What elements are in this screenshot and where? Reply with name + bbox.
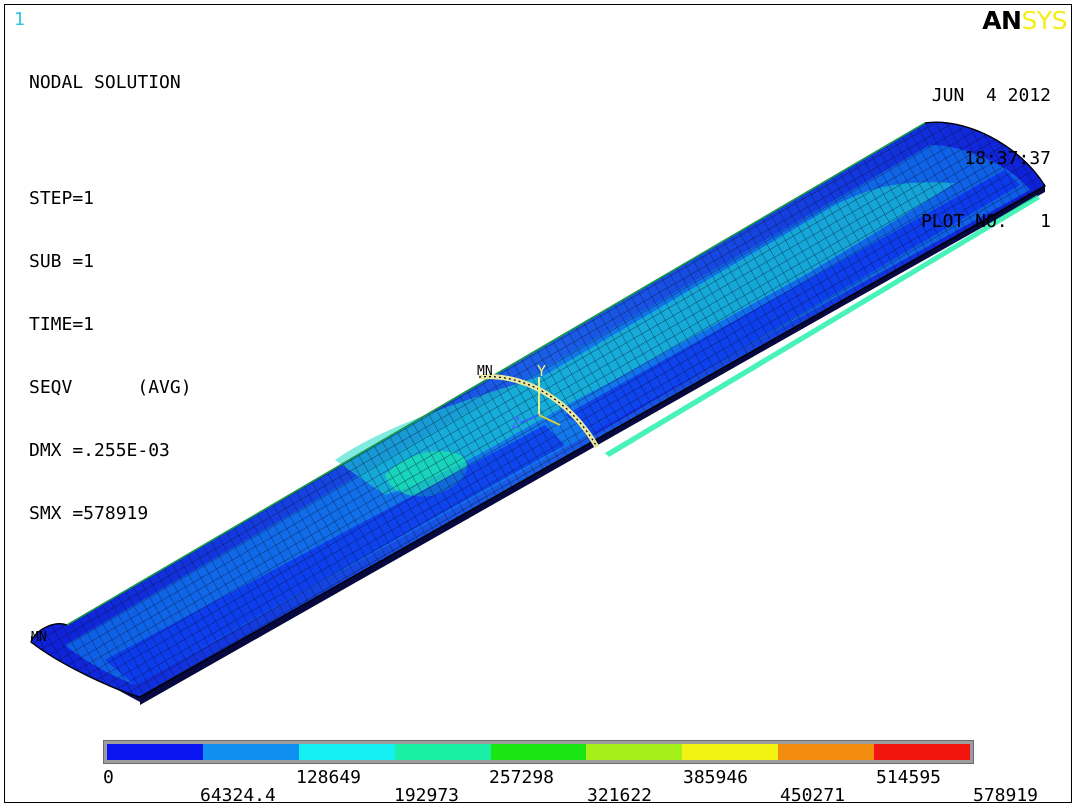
legend-color-segment-8 xyxy=(778,744,875,760)
legend-label: 192973 xyxy=(394,785,460,803)
solution-info: NODAL SOLUTION STEP=1 SUB =1 TIME=1 SEQV… xyxy=(29,30,192,566)
mn-marker-mid: MN xyxy=(477,364,493,379)
legend-color-segment-5 xyxy=(490,744,587,760)
window-number: 1 xyxy=(14,9,25,30)
seqv-line: SEQV (AVG) xyxy=(29,377,192,398)
solution-title: NODAL SOLUTION xyxy=(29,72,181,93)
legend-color-segment-9 xyxy=(874,744,971,760)
legend-label: 385946 xyxy=(683,767,749,788)
sub-line: SUB =1 xyxy=(29,251,95,272)
plot-number: PLOT NO. 1 xyxy=(920,211,1051,232)
legend-color-segment-1 xyxy=(107,744,203,760)
legend-color-segment-3 xyxy=(298,744,395,760)
mn-marker-left: MN xyxy=(31,630,47,645)
plot-date: JUN 4 2012 xyxy=(931,85,1051,106)
axis-y-label: Y xyxy=(537,362,547,380)
legend-label: 514595 xyxy=(876,767,942,788)
legend-color-segment-2 xyxy=(202,744,299,760)
axis-z-label: Z xyxy=(511,414,521,432)
dmx-line: DMX =.255E-03 xyxy=(29,440,170,461)
smx-line: SMX =578919 xyxy=(29,503,149,524)
legend-label: 321622 xyxy=(587,785,653,803)
legend-color-segment-4 xyxy=(394,744,491,760)
step-line: STEP=1 xyxy=(29,188,95,209)
graphics-window: 1 NODAL SOLUTION STEP=1 SUB =1 TIME=1 SE… xyxy=(4,4,1072,803)
legend-label: 64324.4 xyxy=(200,785,276,803)
legend-color-segment-6 xyxy=(586,744,683,760)
plot-stamp: JUN 4 2012 18:37:37 PLOT NO. 1 xyxy=(921,43,1051,274)
legend-color-segment-7 xyxy=(682,744,779,760)
legend-label: 578919 xyxy=(973,785,1039,803)
time-line: TIME=1 xyxy=(29,314,95,335)
ansys-logo: ANSYS xyxy=(982,6,1067,35)
legend-label: 128649 xyxy=(296,767,362,788)
contour-legend-bar xyxy=(103,740,974,764)
legend-label: 257298 xyxy=(489,767,555,788)
legend-label: 450271 xyxy=(780,785,846,803)
plot-time: 18:37:37 xyxy=(964,148,1051,169)
legend-label: 0 xyxy=(103,767,114,788)
